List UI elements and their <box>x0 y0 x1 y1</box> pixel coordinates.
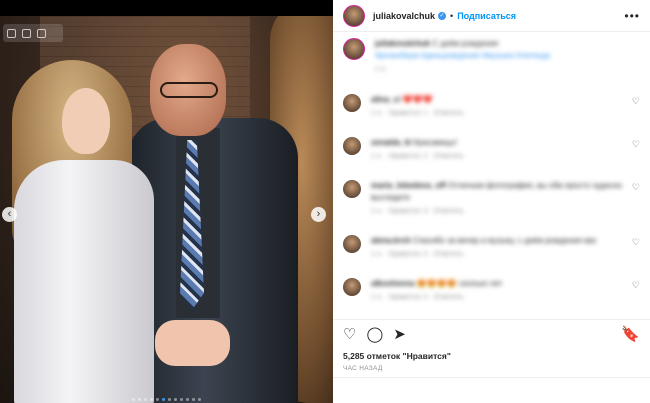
carousel-next-button[interactable]: › <box>311 207 326 222</box>
comment-text: ❤️❤️❤️ <box>402 95 433 104</box>
comment-username[interactable]: zenaida_ki <box>371 138 411 147</box>
comment-item: alena.krch Спасибо за вечер и музыку, с … <box>343 235 640 261</box>
comments-list[interactable]: juliakovalchuk С днём рождения #розенбау… <box>333 32 650 319</box>
comment-avatar[interactable] <box>343 137 361 155</box>
comment-like-icon[interactable]: ♡ <box>632 280 640 291</box>
like-heart-icon[interactable]: ♡ <box>343 327 356 342</box>
comment-meta[interactable]: 1 н. · Нравится: 1 · Ответить <box>371 108 626 120</box>
carousel-dot <box>132 398 135 401</box>
comment-username[interactable]: alkoshevna <box>371 279 415 288</box>
comment-body: maria_lebedeva_off Отличная фотография, … <box>371 180 626 218</box>
comment-item: zenaida_ki Красавицы! 1 н. · Нравится: 2… <box>343 137 640 163</box>
post-caption: juliakovalchuk С днём рождения #розенбау… <box>343 38 640 76</box>
post-header: juliakovalchuk ✓ • Подписаться ••• <box>333 0 650 32</box>
comment-like-icon[interactable]: ♡ <box>632 182 640 193</box>
post-side-panel: juliakovalchuk ✓ • Подписаться ••• julia… <box>333 0 650 403</box>
post-timestamp[interactable]: ЧАС НАЗАД <box>333 365 650 377</box>
comment-meta[interactable]: 1 н. · Нравится: 3 · Ответить <box>371 292 626 304</box>
comment-avatar[interactable] <box>343 94 361 112</box>
photo-woman-dress <box>14 160 154 403</box>
carousel-dot <box>180 398 183 401</box>
add-comment-area <box>333 377 650 403</box>
bookmark-tool-icon[interactable] <box>7 28 16 38</box>
caption-avatar[interactable] <box>343 38 365 60</box>
caption-text-block: juliakovalchuk С днём рождения #розенбау… <box>375 38 640 76</box>
comment-like-icon[interactable]: ♡ <box>632 139 640 150</box>
comment-text: Красавицы! <box>413 138 457 147</box>
comment-username[interactable]: maria_lebedeva_off <box>371 181 446 190</box>
photo-hands <box>155 320 230 366</box>
carousel-dot <box>156 398 159 401</box>
caption-meta: 1 н. <box>375 66 387 73</box>
carousel-dot <box>198 398 201 401</box>
carousel-dot <box>192 398 195 401</box>
comment-like-icon[interactable]: ♡ <box>632 237 640 248</box>
comment-username[interactable]: alena.krch <box>371 236 411 245</box>
carousel-dot <box>174 398 177 401</box>
photo-woman-face <box>62 88 110 154</box>
carousel-dot <box>150 398 153 401</box>
top-bar <box>0 0 333 16</box>
comment-avatar[interactable] <box>343 180 361 198</box>
verified-badge-icon: ✓ <box>438 11 447 20</box>
comment-like-icon[interactable]: ♡ <box>632 96 640 107</box>
more-options-icon[interactable]: ••• <box>624 9 640 23</box>
post-modal: ‹ › juliakovalchuk ✓ • Подписаться ••• j… <box>0 0 650 403</box>
photo-toolbar <box>3 24 63 42</box>
header-separator: • <box>450 10 454 21</box>
caption-text: С днём рождения <box>432 39 499 48</box>
comment-body: alkoshevna 😍😍😍😍 сколько лет 1 н. · Нрави… <box>371 278 626 304</box>
follow-button[interactable]: Подписаться <box>457 11 516 21</box>
carousel-dot <box>138 398 141 401</box>
comment-item: alkoshevna 😍😍😍😍 сколько лет 1 н. · Нрави… <box>343 278 640 304</box>
grid-tool-icon[interactable] <box>37 28 46 38</box>
likes-count[interactable]: 5,285 отметок "Нравится" <box>333 349 650 365</box>
comment-text: 😍😍😍😍 сколько лет <box>416 279 503 288</box>
carousel-dot <box>168 398 171 401</box>
settings-tool-icon[interactable] <box>22 28 31 38</box>
post-actions-bar: ♡ ◯ ➤ 🔖 <box>333 319 650 349</box>
photo-man-glasses <box>160 82 218 98</box>
comment-body: zenaida_ki Красавицы! 1 н. · Нравится: 2… <box>371 137 626 163</box>
comment-meta[interactable]: 1 н. · Нравится: 2 · Ответить <box>371 151 626 163</box>
comment-item: alina_ci ❤️❤️❤️ 1 н. · Нравится: 1 · Отв… <box>343 94 640 120</box>
comment-meta[interactable]: 1 н. · Нравится: 4 · Ответить <box>371 249 626 261</box>
save-bookmark-icon[interactable]: 🔖 <box>621 327 640 342</box>
comment-avatar[interactable] <box>343 278 361 296</box>
share-paper-plane-icon[interactable]: ➤ <box>393 327 406 342</box>
carousel-prev-button[interactable]: ‹ <box>2 207 17 222</box>
caption-hashtags[interactable]: #розенбаум #деньрождения #музыка #легенд… <box>375 50 640 62</box>
carousel-dot <box>144 398 147 401</box>
comment-text: Спасибо за вечер и музыку, с днём рожден… <box>412 236 597 245</box>
author-avatar[interactable] <box>343 4 365 27</box>
carousel-dots <box>0 398 333 401</box>
caption-username[interactable]: juliakovalchuk <box>375 39 430 48</box>
author-username[interactable]: juliakovalchuk <box>373 11 435 21</box>
post-photo[interactable]: ‹ › <box>0 0 333 403</box>
comment-username[interactable]: alina_ci <box>371 95 400 104</box>
carousel-dot <box>186 398 189 401</box>
comment-item: maria_lebedeva_off Отличная фотография, … <box>343 180 640 218</box>
carousel-dot <box>162 398 165 401</box>
comment-body: alena.krch Спасибо за вечер и музыку, с … <box>371 235 626 261</box>
comment-body: alina_ci ❤️❤️❤️ 1 н. · Нравится: 1 · Отв… <box>371 94 626 120</box>
comment-avatar[interactable] <box>343 235 361 253</box>
comment-bubble-icon[interactable]: ◯ <box>366 327 383 342</box>
comment-meta[interactable]: 1 н. · Нравится: 3 · Ответить <box>371 206 626 218</box>
